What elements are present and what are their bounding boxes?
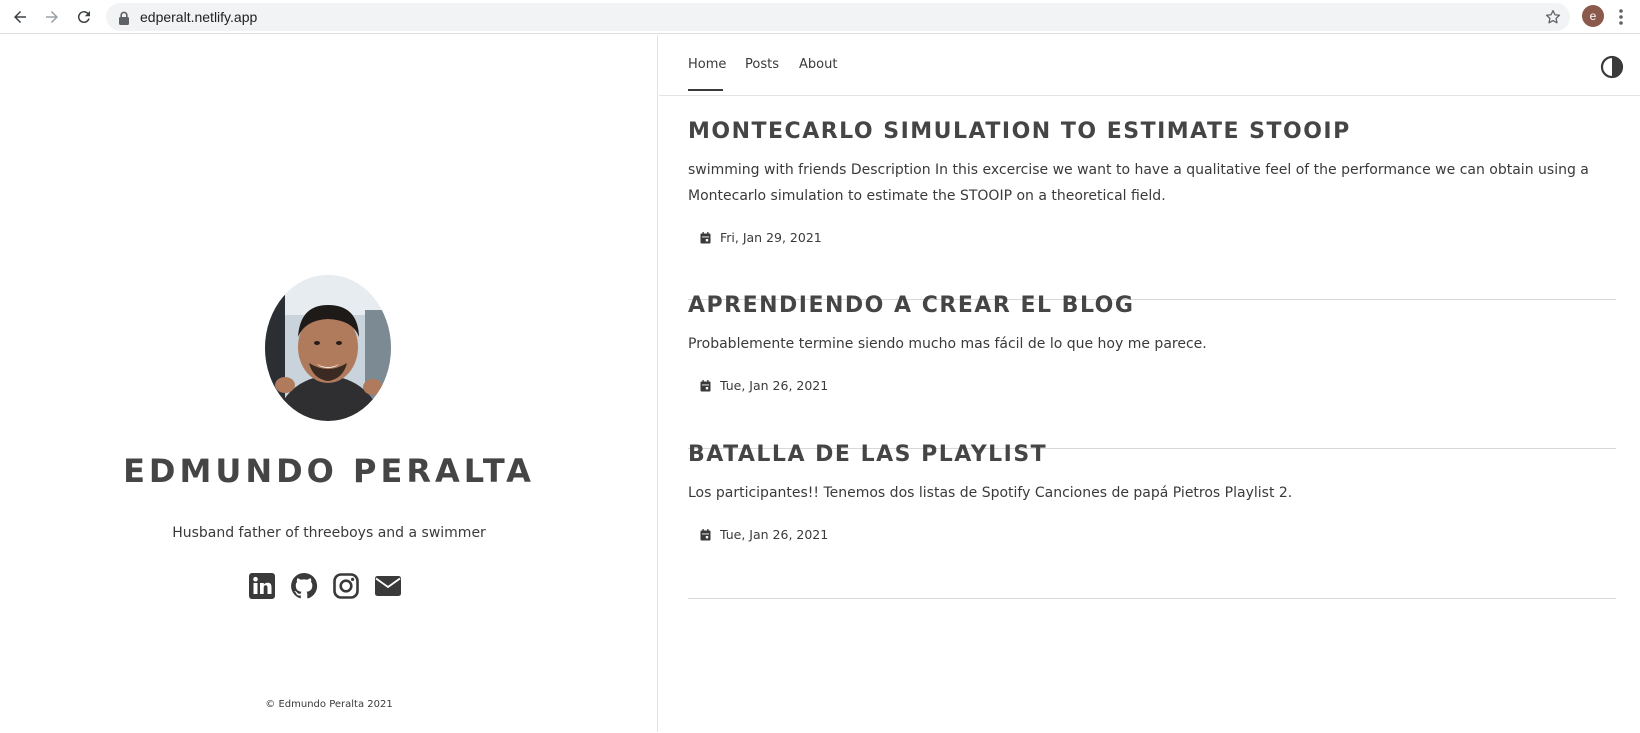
mail-icon[interactable]: [374, 572, 402, 600]
post-meta: Fri, Jan 29, 2021: [688, 230, 1616, 245]
post-date: Tue, Jan 26, 2021: [720, 378, 829, 393]
browser-toolbar: edperalt.netlify.app e: [0, 0, 1640, 34]
github-icon[interactable]: [290, 572, 318, 600]
post-description: swimming with friends Description In thi…: [688, 162, 1589, 204]
lock-icon: [118, 10, 130, 29]
reload-icon[interactable]: [73, 6, 95, 28]
post-card: MONTECARLO SIMULATION TO ESTIMATE STOOIP…: [688, 119, 1616, 300]
profile-bio: Husband father of threeboys and a swimme…: [172, 525, 486, 541]
instagram-icon[interactable]: [332, 572, 360, 600]
post-meta: Tue, Jan 26, 2021: [688, 527, 1616, 542]
post-description: Probablemente termine siendo mucho mas f…: [688, 336, 1207, 352]
post-card: BATALLA DE LAS PLAYLIST Los participante…: [688, 442, 1616, 599]
theme-toggle-icon[interactable]: [1600, 55, 1624, 79]
bookmark-star-icon[interactable]: [1544, 8, 1562, 30]
post-description: Los participantes!! Tenemos dos listas d…: [688, 485, 1293, 501]
back-icon[interactable]: [9, 6, 31, 28]
post-title[interactable]: BATALLA DE LAS PLAYLIST: [688, 442, 1616, 467]
linkedin-icon[interactable]: [248, 572, 276, 600]
calendar-icon: [700, 528, 711, 540]
post-title[interactable]: APRENDIENDO A CREAR EL BLOG: [688, 293, 1616, 318]
profile-name: EDMUNDO PERALTA: [123, 452, 535, 490]
forward-icon[interactable]: [41, 6, 63, 28]
copyright: © Edmundo Peralta 2021: [265, 699, 393, 710]
profile-sidebar: EDMUNDO PERALTA Husband father of threeb…: [0, 35, 658, 732]
menu-kebab-icon[interactable]: [1618, 8, 1624, 26]
profile-avatar[interactable]: e: [1582, 5, 1604, 27]
nav-posts[interactable]: Posts: [745, 57, 779, 72]
post-meta: Tue, Jan 26, 2021: [688, 378, 1616, 393]
post-card: APRENDIENDO A CREAR EL BLOG Probablement…: [688, 293, 1616, 449]
profile-photo: [265, 275, 391, 421]
post-date: Fri, Jan 29, 2021: [720, 230, 822, 245]
nav-home[interactable]: Home: [688, 57, 726, 91]
nav-about[interactable]: About: [799, 57, 837, 72]
calendar-icon: [700, 379, 711, 391]
address-bar[interactable]: edperalt.netlify.app: [106, 3, 1570, 31]
calendar-icon: [700, 231, 711, 243]
post-title[interactable]: MONTECARLO SIMULATION TO ESTIMATE STOOIP: [688, 119, 1616, 144]
main-content: Home Posts About MONTECARLO SIMULATION T…: [659, 35, 1640, 732]
url-text: edperalt.netlify.app: [140, 9, 258, 25]
post-date: Tue, Jan 26, 2021: [720, 527, 829, 542]
social-links: [248, 572, 402, 600]
top-nav: Home Posts About: [659, 35, 1640, 96]
